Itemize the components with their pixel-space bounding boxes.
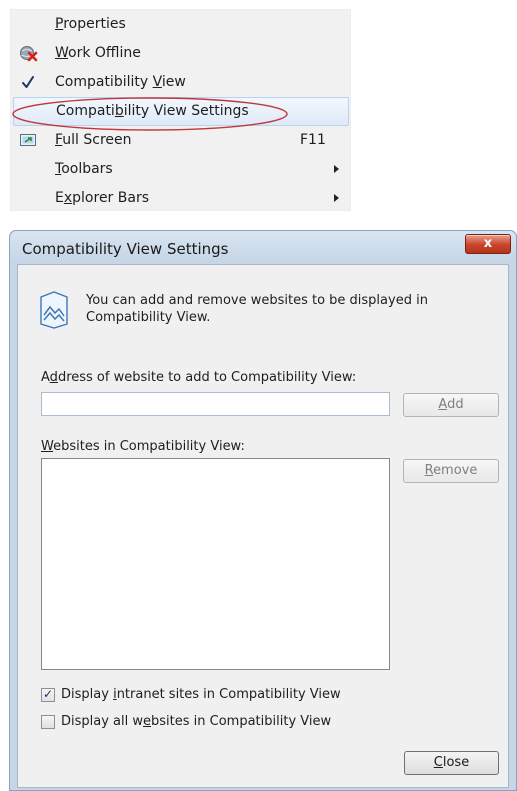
menu-item-label: Properties [55, 16, 126, 32]
address-label: Address of website to add to Compatibili… [41, 370, 357, 385]
menu-item-compatibility-view-settings[interactable]: Compatibility View Settings [13, 97, 349, 126]
dialog-titlebar[interactable]: Compatibility View Settings x [10, 231, 516, 263]
menu-item-full-screen[interactable]: Full Screen F11 [11, 126, 352, 155]
menu-item-label: Explorer Bars [55, 190, 149, 206]
all-websites-checkbox[interactable] [41, 715, 55, 729]
websites-list-label: Websites in Compatibility View: [41, 439, 245, 454]
menu-item-work-offline[interactable]: Work Offline [11, 39, 352, 68]
full-screen-icon [19, 131, 38, 150]
add-button[interactable]: Add [403, 393, 499, 417]
menu-item-label: Full Screen [55, 132, 132, 148]
dialog-title: Compatibility View Settings [22, 240, 229, 258]
menu-item-compatibility-view[interactable]: Compatibility View [11, 68, 352, 97]
dialog-body: You can add and remove websites to be di… [17, 264, 509, 788]
info-message: You can add and remove websites to be di… [86, 292, 466, 326]
shortcut-label: F11 [300, 132, 326, 148]
close-button[interactable]: Close [404, 751, 499, 775]
menu-item-explorer-bars[interactable]: Explorer Bars [11, 184, 352, 213]
menu-item-toolbars[interactable]: Toolbars [11, 155, 352, 184]
submenu-arrow-icon [334, 165, 339, 173]
close-window-button[interactable]: x [465, 234, 511, 254]
menu-item-label: Compatibility View Settings [56, 103, 249, 119]
website-address-input[interactable] [41, 392, 390, 416]
remove-button[interactable]: Remove [403, 459, 499, 483]
checkbox-label: Display intranet sites in Compatibility … [61, 687, 341, 702]
submenu-arrow-icon [334, 194, 339, 202]
checkbox-label: Display all websites in Compatibility Vi… [61, 714, 332, 729]
menu-item-label: Toolbars [55, 161, 113, 177]
menu-item-label: Work Offline [55, 45, 141, 61]
work-offline-icon [19, 44, 38, 63]
close-icon: x [483, 236, 493, 251]
info-line: Compatibility View. [86, 310, 211, 325]
info-line: You can add and remove websites to be di… [86, 293, 428, 308]
checkmark-icon: ✓ [42, 687, 54, 701]
websites-listbox[interactable] [41, 458, 390, 670]
compatibility-view-icon [39, 291, 69, 329]
menu-item-label: Compatibility View [55, 74, 186, 90]
checkmark-icon [19, 73, 38, 92]
tools-context-menu: Properties Work Offline Compatibility Vi… [10, 9, 351, 211]
compatibility-view-settings-dialog: Compatibility View Settings x You can ad… [9, 230, 517, 791]
menu-item-properties[interactable]: Properties [11, 10, 352, 39]
intranet-sites-checkbox[interactable]: ✓ [41, 687, 55, 702]
